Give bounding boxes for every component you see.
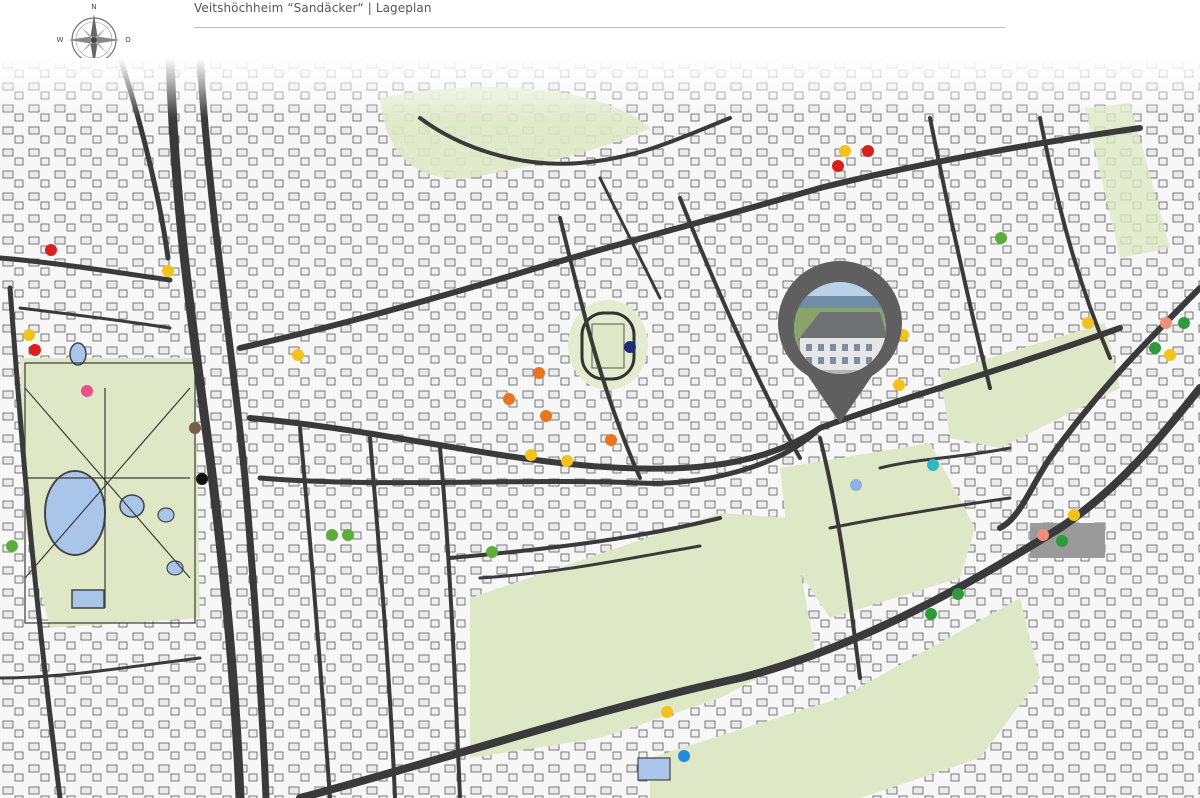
poi-marker-green[interactable] xyxy=(995,232,1007,244)
poi-marker-orange[interactable] xyxy=(605,434,617,446)
poi-marker-teal[interactable] xyxy=(927,459,939,471)
poi-marker-yellow[interactable] xyxy=(1068,509,1080,521)
poi-marker-yellow[interactable] xyxy=(23,329,35,341)
poi-marker-yellow[interactable] xyxy=(1082,317,1094,329)
compass-east: O xyxy=(125,36,131,44)
poi-marker-orange[interactable] xyxy=(503,393,515,405)
poi-marker-salmon[interactable] xyxy=(1160,317,1172,329)
poi-marker-pink[interactable] xyxy=(81,385,93,397)
poi-marker-blue[interactable] xyxy=(678,750,690,762)
poi-marker-yellow[interactable] xyxy=(561,455,573,467)
poi-marker-green[interactable] xyxy=(486,546,498,558)
poi-marker-darkgreen[interactable] xyxy=(925,608,937,620)
poi-marker-brown[interactable] xyxy=(189,422,201,434)
poi-marker-red[interactable] xyxy=(832,160,844,172)
poi-marker-lightblue[interactable] xyxy=(850,479,862,491)
poi-marker-darkgreen[interactable] xyxy=(952,588,964,600)
poi-marker-navy[interactable] xyxy=(624,341,636,353)
poi-marker-yellow[interactable] xyxy=(525,449,537,461)
page-title: Veitshöchheim “Sandäcker“ | Lageplan xyxy=(194,1,432,15)
poi-marker-salmon[interactable] xyxy=(1037,529,1049,541)
poi-marker-red[interactable] xyxy=(45,244,57,256)
poi-marker-darkgreen[interactable] xyxy=(1056,535,1068,547)
poi-marker-yellow[interactable] xyxy=(292,349,304,361)
header-divider xyxy=(194,27,1005,28)
compass-west: W xyxy=(57,36,64,44)
poi-marker-black[interactable] xyxy=(196,473,208,485)
poi-marker-orange[interactable] xyxy=(540,410,552,422)
site-map[interactable] xyxy=(0,58,1200,798)
poi-marker-yellow[interactable] xyxy=(839,145,851,157)
poi-marker-red[interactable] xyxy=(862,145,874,157)
poi-marker-yellow[interactable] xyxy=(1164,349,1176,361)
poi-marker-red[interactable] xyxy=(29,344,41,356)
poi-marker-darkgreen[interactable] xyxy=(1149,342,1161,354)
poi-marker-darkgreen[interactable] xyxy=(1178,317,1190,329)
poi-marker-yellow[interactable] xyxy=(893,379,905,391)
map-canvas[interactable] xyxy=(0,58,1200,798)
compass-north: N xyxy=(91,3,96,11)
poi-marker-green[interactable] xyxy=(342,529,354,541)
poi-marker-yellow[interactable] xyxy=(162,265,174,277)
poi-marker-yellow[interactable] xyxy=(661,706,673,718)
poi-marker-green[interactable] xyxy=(326,529,338,541)
poi-marker-green[interactable] xyxy=(6,540,18,552)
poi-marker-orange[interactable] xyxy=(533,367,545,379)
map-top-fade xyxy=(0,58,1200,118)
